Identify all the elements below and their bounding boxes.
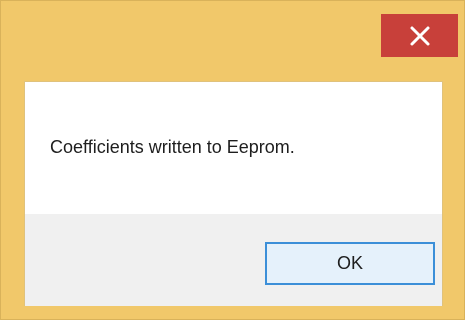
message-dialog: Coefficients written to Eeprom. OK	[0, 0, 465, 320]
dialog-content: Coefficients written to Eeprom. OK	[24, 81, 443, 306]
close-icon	[409, 25, 431, 47]
ok-button[interactable]: OK	[265, 242, 435, 285]
dialog-message: Coefficients written to Eeprom.	[50, 137, 295, 157]
close-button[interactable]	[381, 14, 458, 57]
button-bar: OK	[25, 214, 442, 306]
